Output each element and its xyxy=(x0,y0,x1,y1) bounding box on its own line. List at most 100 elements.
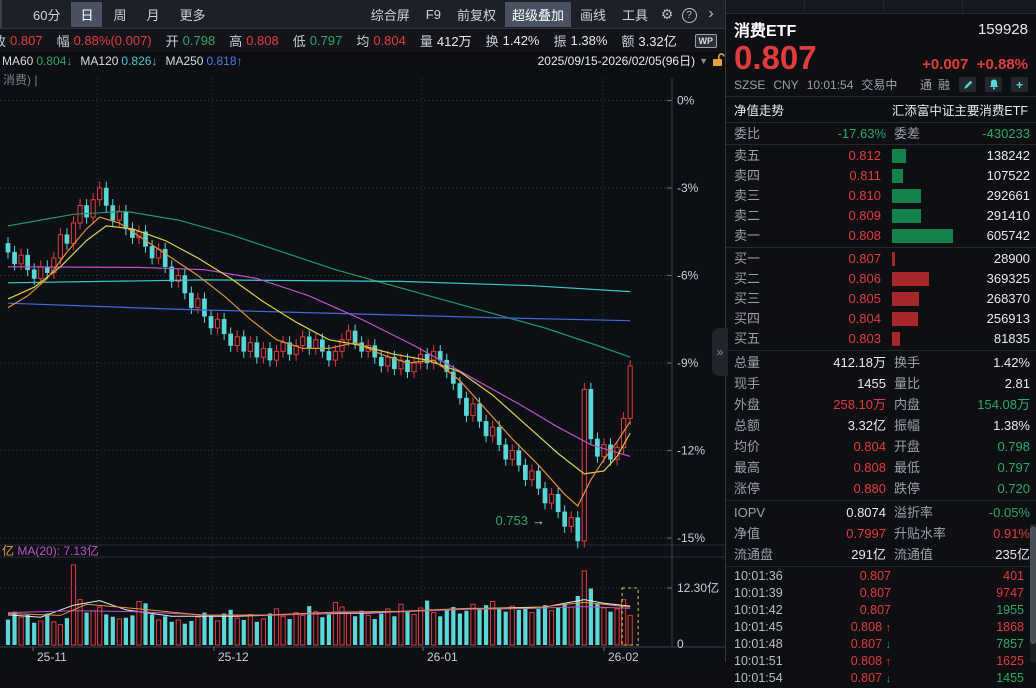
order-row-买三[interactable]: 买三 0.805 268370 xyxy=(726,289,1036,309)
svg-text:-12%: -12% xyxy=(677,444,705,458)
last-price: 0.807 xyxy=(734,39,817,76)
tick-list: 10:01:36 0.807 401 10:01:39 0.807 9747 10:… xyxy=(726,568,1036,687)
ma-legend-MA60: MA60 0.804↓ xyxy=(2,54,73,68)
weicha-label: 委差 xyxy=(894,126,921,141)
tool-F9[interactable]: F9 xyxy=(419,4,448,25)
svg-text:25-11: 25-11 xyxy=(37,650,67,662)
quote-振: 振 1.38% xyxy=(553,33,608,49)
svg-text:亿 MA(20): 7.13亿: 亿 MA(20): 7.13亿 xyxy=(2,543,99,558)
order-row-买四[interactable]: 买四 0.804 256913 xyxy=(726,309,1036,329)
tool-前复权[interactable]: 前复权 xyxy=(450,2,503,27)
quote-换: 换 1.42% xyxy=(485,33,540,49)
period-tabs: 60分日周月更多 xyxy=(0,0,215,28)
stat-row-最高: 最高 0.808 最低 0.797 xyxy=(734,460,1030,475)
wp-window-icon[interactable]: WP xyxy=(694,33,717,48)
svg-text:-9%: -9% xyxy=(677,356,699,370)
stat-row-总量: 总量 412.18万 换手 1.42% xyxy=(734,355,1030,370)
ma-legend-MA120: MA120 0.826↓ xyxy=(80,54,158,68)
scrollbar-thumb[interactable] xyxy=(1030,526,1036,644)
price-change: +0.007 xyxy=(922,56,969,73)
stat-row-流通盘: 流通盘 291亿 流通值 235亿 xyxy=(734,547,1030,562)
bid-queue: 买一 0.807 28900 买二 0.806 369325 买三 0.805 268… xyxy=(726,249,1036,349)
quote-panel: 消费ETF 159928 0.807 +0.007 +0.88% SZSE CN… xyxy=(725,0,1036,685)
low-price-label: 0.753 xyxy=(495,513,528,528)
tab-月[interactable]: 月 xyxy=(138,2,169,27)
tab-周[interactable]: 周 xyxy=(104,2,135,27)
nav-trend-label[interactable]: 净值走势 xyxy=(734,100,784,119)
svg-text:-6%: -6% xyxy=(677,269,699,283)
tag-rong: 融 xyxy=(937,78,950,92)
svg-text:0: 0 xyxy=(677,637,684,651)
weibi-value: -17.63% xyxy=(837,126,886,141)
order-row-卖五[interactable]: 卖五 0.812 138242 xyxy=(726,146,1036,166)
stock-code: 159928 xyxy=(977,20,1028,38)
alert-bell-icon[interactable] xyxy=(985,77,1002,92)
order-row-买一[interactable]: 买一 0.807 28900 xyxy=(726,249,1036,269)
ask-queue: 卖五 0.812 138242 卖四 0.811 107522 卖三 0.810 29… xyxy=(726,146,1036,246)
stat-row-IOPV: IOPV 0.8074 溢折率 -0.05% xyxy=(734,505,1030,520)
date-range-selector[interactable]: 2025/09/15-2026/02/05(96日) xyxy=(537,52,696,71)
tab-60分[interactable]: 60分 xyxy=(24,2,69,27)
stat-row-总额: 总额 3.32亿 振幅 1.38% xyxy=(734,418,1030,433)
unlock-icon[interactable] xyxy=(712,52,725,70)
svg-text:-15%: -15% xyxy=(677,531,705,545)
stat-row-均价: 均价 0.804 开盘 0.798 xyxy=(734,439,1030,454)
order-row-卖四[interactable]: 卖四 0.811 107522 xyxy=(726,166,1036,186)
stat-row-现手: 现手 1455 量比 2.81 xyxy=(734,376,1030,391)
svg-text:12.30亿: 12.30亿 xyxy=(677,580,719,595)
exchange-label: SZSE xyxy=(734,77,766,92)
chevron-right-icon[interactable]: › xyxy=(701,5,721,23)
tick-row[interactable]: 10:01:54 0.807 ↓ 1455 xyxy=(726,670,1036,687)
weicha-value: -430233 xyxy=(982,126,1030,141)
currency-label: CNY xyxy=(773,77,799,92)
gear-icon[interactable]: ⚙ xyxy=(657,6,677,23)
stat-row-外盘: 外盘 258.10万 内盘 154.08万 xyxy=(734,397,1030,412)
ma-legend-MA250: MA250 0.818↑ xyxy=(165,54,243,68)
tick-row[interactable]: 10:01:45 0.808 ↑ 1868 xyxy=(726,619,1036,636)
edit-icon[interactable] xyxy=(959,77,976,92)
tick-row[interactable]: 10:01:42 0.807 1955 xyxy=(726,602,1036,619)
tag-tong: 通 xyxy=(919,78,932,92)
tool-画线[interactable]: 画线 xyxy=(573,2,613,27)
quote-收: 收0.807 xyxy=(0,33,43,49)
help-icon[interactable]: ? xyxy=(679,5,699,23)
tab-日[interactable]: 日 xyxy=(71,1,103,27)
quote-time: 10:01:54 xyxy=(806,77,854,92)
quote-开: 开 0.798 xyxy=(165,33,216,49)
order-row-卖二[interactable]: 卖二 0.809 291410 xyxy=(726,206,1036,226)
ma-indicator-bar: MA60 0.804↓ MA120 0.826↓ MA250 0.818↑ 2025/09/… xyxy=(2,52,725,71)
caret-down-icon[interactable]: ▼ xyxy=(699,56,708,66)
tick-scrollbar[interactable] xyxy=(1030,524,1036,662)
tick-row[interactable]: 10:01:36 0.807 401 xyxy=(726,568,1036,585)
stat-row-涨停: 涨停 0.880 跌停 0.720 xyxy=(734,481,1030,496)
order-row-卖一[interactable]: 卖一 0.808 605742 xyxy=(726,226,1036,246)
order-row-卖三[interactable]: 卖三 0.810 292661 xyxy=(726,186,1036,206)
tool-工具[interactable]: 工具 xyxy=(615,2,655,27)
order-row-买五[interactable]: 买五 0.803 81835 xyxy=(726,329,1036,349)
svg-text:→: → xyxy=(532,513,545,528)
quote-低: 低 0.797 xyxy=(292,33,343,49)
quote-高: 高 0.808 xyxy=(229,33,279,49)
order-row-买二[interactable]: 买二 0.806 369325 xyxy=(726,269,1036,289)
toolbar-tools: 综合屏 F9 前复权 超级叠加 画线 工具 ⚙? › xyxy=(364,1,725,27)
chart-canvas[interactable]: 0% -3% -6% -9% -12% -15% 12.30亿 0 25-11 25-12 26-0… xyxy=(0,70,725,664)
add-icon[interactable]: + xyxy=(1011,77,1028,92)
price-change-pct: +0.88% xyxy=(976,56,1028,73)
tab-更多[interactable]: 更多 xyxy=(171,2,215,27)
stock-name: 消费ETF xyxy=(734,23,797,40)
tick-row[interactable]: 10:01:48 0.807 ↓ 7857 xyxy=(726,636,1036,653)
quote-量: 量 412万 xyxy=(419,34,472,49)
stats-grid: 总量 412.18万 换手 1.42% 现手 1455 量比 2.81 外盘 258.10… xyxy=(726,352,1036,499)
quote-summary-bar: 收0.807 幅0.88%(0.007) 开0.798 高0.808 低0.797 均0.… xyxy=(0,29,725,52)
stat-row-净值: 净值 0.7997 升贴水率 0.91% xyxy=(734,526,1030,541)
tool-综合屏[interactable]: 综合屏 xyxy=(364,2,417,27)
tick-row[interactable]: 10:01:39 0.807 9747 xyxy=(726,585,1036,602)
svg-text:0%: 0% xyxy=(677,94,695,108)
panel-top-strip xyxy=(726,0,1036,14)
candlestick-chart[interactable]: 0% -3% -6% -9% -12% -15% 12.30亿 0 25-11 25-12 26-0… xyxy=(0,70,725,664)
svg-text:消费) |: 消费) | xyxy=(3,73,37,87)
panel-expand-handle[interactable]: » xyxy=(712,328,728,376)
tool-超级叠加[interactable]: 超级叠加 xyxy=(504,1,571,27)
quote-均: 均 0.804 xyxy=(356,33,406,49)
iopv-grid: IOPV 0.8074 溢折率 -0.05% 净值 0.7997 升贴水率 0.91% … xyxy=(726,502,1036,565)
